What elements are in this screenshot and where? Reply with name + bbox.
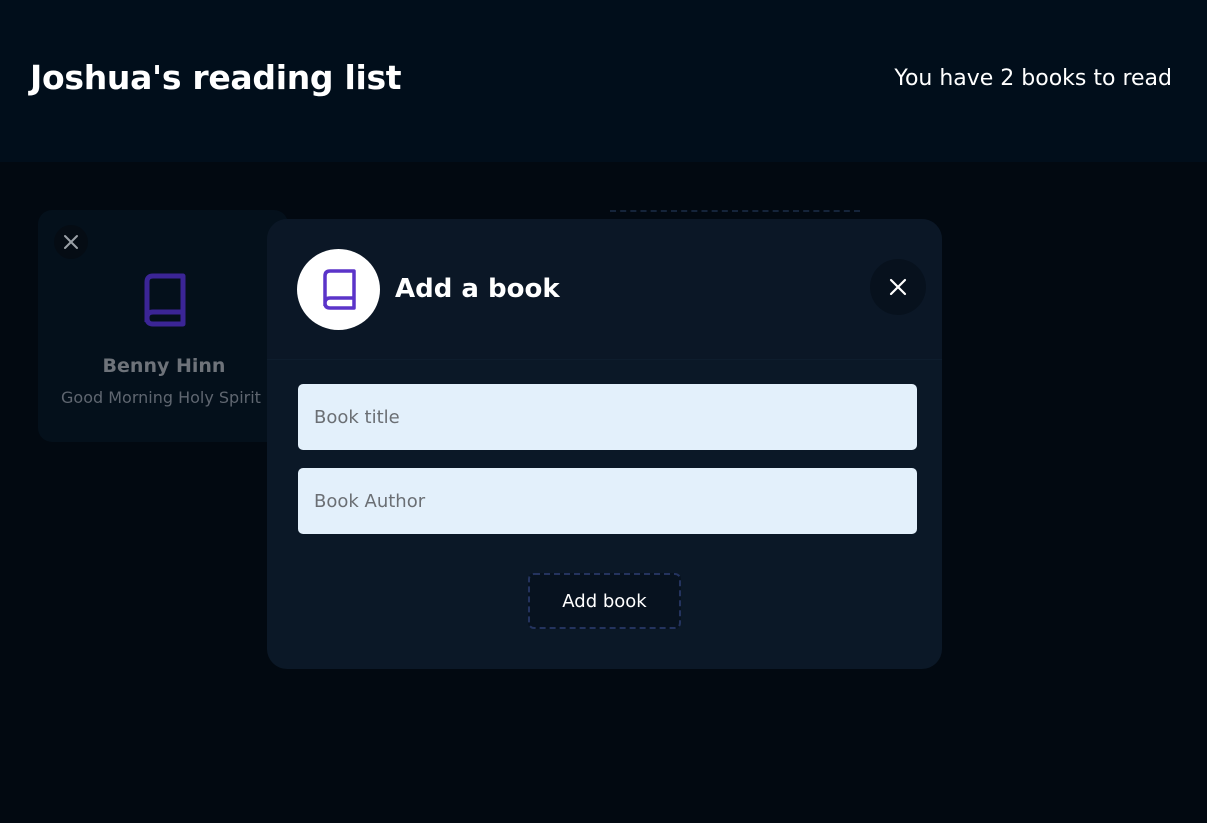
- close-icon: [889, 278, 907, 296]
- app-header: Joshua's reading list You have 2 books t…: [0, 0, 1207, 162]
- modal-close-button[interactable]: [870, 259, 926, 315]
- add-book-modal: Add a book Add book: [267, 219, 942, 669]
- remove-book-button[interactable]: [54, 225, 88, 259]
- modal-header: Add a book: [267, 219, 942, 360]
- book-author-input[interactable]: [298, 468, 917, 534]
- modal-icon-circle: [297, 249, 380, 330]
- close-icon: [64, 235, 78, 249]
- modal-title: Add a book: [395, 274, 560, 304]
- book-title: Good Morning Holy Spirit: [61, 388, 261, 407]
- books-count-text: You have 2 books to read: [894, 66, 1172, 91]
- add-book-button[interactable]: Add book: [528, 573, 681, 629]
- book-title-input[interactable]: [298, 384, 917, 450]
- book-card: Benny Hinn Good Morning Holy Spirit: [38, 210, 288, 442]
- book-icon: [144, 273, 186, 327]
- book-author: Benny Hinn: [102, 355, 226, 377]
- page-title: Joshua's reading list: [30, 58, 402, 97]
- book-icon: [322, 268, 356, 310]
